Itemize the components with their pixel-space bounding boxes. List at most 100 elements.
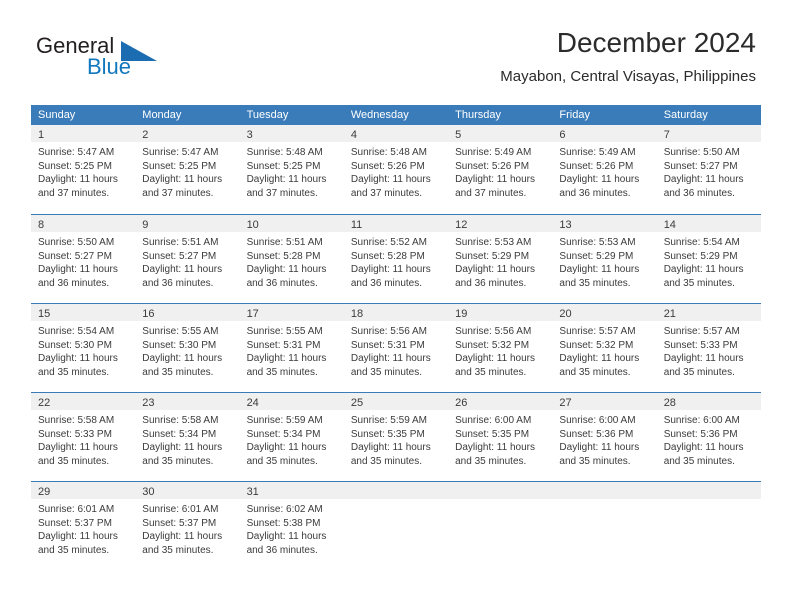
calendar-day-cell[interactable]: 13 Sunrise: 5:53 AM Sunset: 5:29 PM Dayligh… (552, 215, 657, 303)
calendar-week-row: 29 Sunrise: 6:01 AM Sunset: 5:37 PM Dayligh… (31, 481, 761, 570)
sunset-text: Sunset: 5:31 PM (246, 339, 321, 351)
day-number: 4 (350, 129, 357, 141)
day-number: 23 (142, 397, 155, 409)
calendar-day-cell[interactable]: 19 Sunrise: 5:56 AM Sunset: 5:32 PM Dayligh… (448, 304, 553, 392)
calendar-day-cell[interactable]: 3 Sunrise: 5:48 AM Sunset: 5:25 PM Daylight… (239, 125, 344, 214)
calendar-day-cell[interactable]: 24 Sunrise: 5:59 AM Sunset: 5:34 PM Dayligh… (239, 393, 344, 481)
calendar-weeks: 1 Sunrise: 5:47 AM Sunset: 5:25 PM Daylight… (31, 125, 761, 570)
day-number-bar: 15 (31, 304, 136, 321)
calendar-day-cell[interactable]: 31 Sunrise: 6:02 AM Sunset: 5:38 PM Dayligh… (239, 482, 344, 570)
sunrise-text: Sunrise: 5:53 AM (455, 237, 532, 248)
calendar-day-cell[interactable]: 29 Sunrise: 6:01 AM Sunset: 5:37 PM Dayligh… (31, 482, 136, 570)
daylight-text: Daylight: 11 hours (38, 264, 118, 275)
day-number-bar: 20 (552, 304, 657, 321)
day-details: Sunrise: 5:58 AM Sunset: 5:33 PM Daylight:… (31, 410, 135, 468)
daylight-text: Daylight: 11 hours (559, 264, 640, 275)
sunrise-text: Sunrise: 6:01 AM (142, 504, 219, 515)
calendar-day-cell[interactable]: 22 Sunrise: 5:58 AM Sunset: 5:33 PM Dayligh… (31, 393, 136, 481)
daylight-text: Daylight: 11 hours (455, 174, 535, 185)
day-number-bar (656, 482, 761, 499)
day-number-bar: 5 (448, 125, 553, 142)
sunset-text: Sunset: 5:30 PM (142, 339, 217, 351)
calendar-day-cell[interactable]: 20 Sunrise: 5:57 AM Sunset: 5:32 PM Dayligh… (552, 304, 657, 392)
day-number-bar: 6 (552, 125, 657, 142)
day-number-bar: 19 (448, 304, 553, 321)
day-details: Sunrise: 5:57 AM Sunset: 5:32 PM Daylight:… (552, 321, 656, 379)
daylight-text: Daylight: 11 hours (350, 264, 431, 275)
day-number-bar: 16 (135, 304, 240, 321)
day-number-bar: 3 (239, 125, 344, 142)
sunrise-text: Sunrise: 5:53 AM (559, 237, 636, 248)
daylight-text: Daylight: 11 hours (559, 174, 640, 185)
day-details: Sunrise: 5:49 AM Sunset: 5:26 PM Daylight:… (448, 142, 552, 200)
daylight-text: Daylight: 11 hours (142, 442, 223, 453)
day-number: 11 (350, 219, 363, 231)
calendar-day-cell[interactable]: 7 Sunrise: 5:50 AM Sunset: 5:27 PM Daylight… (656, 125, 761, 214)
calendar-day-cell[interactable]: 1 Sunrise: 5:47 AM Sunset: 5:25 PM Daylight… (31, 125, 136, 214)
calendar-day-cell[interactable]: 4 Sunrise: 5:48 AM Sunset: 5:26 PM Daylight… (343, 125, 449, 214)
calendar-day-cell[interactable]: 6 Sunrise: 5:49 AM Sunset: 5:26 PM Daylight… (552, 125, 657, 214)
calendar-day-cell[interactable]: 2 Sunrise: 5:47 AM Sunset: 5:25 PM Daylight… (135, 125, 240, 214)
sunset-text: Sunset: 5:29 PM (455, 250, 530, 262)
daylight-text: and 35 minutes. (246, 366, 318, 378)
calendar-day-cell[interactable]: 27 Sunrise: 6:00 AM Sunset: 5:36 PM Dayligh… (552, 393, 657, 481)
day-details: Sunrise: 5:51 AM Sunset: 5:28 PM Daylight:… (240, 232, 344, 290)
weekday-header-wednesday: Wednesday (350, 109, 409, 121)
calendar-day-cell[interactable]: 5 Sunrise: 5:49 AM Sunset: 5:26 PM Daylight… (448, 125, 553, 214)
day-number-bar: 7 (656, 125, 761, 142)
sunset-text: Sunset: 5:27 PM (142, 250, 217, 262)
calendar-day-cell[interactable]: 25 Sunrise: 5:59 AM Sunset: 5:35 PM Dayligh… (343, 393, 449, 481)
day-details: Sunrise: 5:55 AM Sunset: 5:31 PM Daylight:… (240, 321, 344, 379)
day-details: Sunrise: 5:52 AM Sunset: 5:28 PM Daylight:… (344, 232, 448, 290)
day-number: 22 (38, 397, 51, 409)
sunset-text: Sunset: 5:33 PM (38, 428, 112, 440)
daylight-text: Daylight: 11 hours (663, 353, 744, 364)
calendar-day-cell[interactable]: 18 Sunrise: 5:56 AM Sunset: 5:31 PM Dayligh… (343, 304, 449, 392)
day-details: Sunrise: 6:00 AM Sunset: 5:36 PM Daylight:… (552, 410, 656, 468)
calendar-day-cell[interactable]: 14 Sunrise: 5:54 AM Sunset: 5:29 PM Dayligh… (656, 215, 761, 303)
day-details: Sunrise: 5:47 AM Sunset: 5:25 PM Daylight:… (31, 142, 135, 200)
sunset-text: Sunset: 5:31 PM (350, 339, 425, 351)
sunset-text: Sunset: 5:30 PM (38, 339, 112, 351)
day-number-bar: 10 (239, 215, 344, 232)
sunrise-text: Sunrise: 5:54 AM (663, 237, 740, 248)
day-number: 24 (246, 397, 259, 409)
day-number-bar: 28 (656, 393, 761, 410)
calendar-day-cell[interactable]: 16 Sunrise: 5:55 AM Sunset: 5:30 PM Dayligh… (135, 304, 240, 392)
title-block: December 2024 Mayabon, Central Visayas, … (500, 26, 756, 88)
calendar-day-cell[interactable]: 30 Sunrise: 6:01 AM Sunset: 5:37 PM Dayligh… (135, 482, 240, 570)
calendar-day-cell[interactable]: 12 Sunrise: 5:53 AM Sunset: 5:29 PM Dayligh… (448, 215, 553, 303)
daylight-text: and 35 minutes. (559, 455, 631, 467)
general-blue-logo[interactable]: General Blue (36, 33, 216, 85)
calendar-day-cell[interactable]: 8 Sunrise: 5:50 AM Sunset: 5:27 PM Daylight… (31, 215, 136, 303)
day-number-bar: 22 (31, 393, 136, 410)
calendar-day-cell[interactable]: 17 Sunrise: 5:55 AM Sunset: 5:31 PM Dayligh… (239, 304, 344, 392)
day-number-bar (448, 482, 553, 499)
calendar-day-cell[interactable]: 28 Sunrise: 6:00 AM Sunset: 5:36 PM Dayligh… (656, 393, 761, 481)
day-details: Sunrise: 5:49 AM Sunset: 5:26 PM Daylight:… (552, 142, 656, 200)
day-details (657, 499, 761, 503)
calendar-day-cell[interactable]: 9 Sunrise: 5:51 AM Sunset: 5:27 PM Daylight… (135, 215, 240, 303)
day-number: 8 (38, 219, 45, 231)
daylight-text: and 36 minutes. (455, 277, 527, 289)
sunrise-text: Sunrise: 5:58 AM (38, 415, 115, 426)
day-details: Sunrise: 5:56 AM Sunset: 5:31 PM Daylight:… (344, 321, 448, 379)
calendar-day-cell[interactable]: 26 Sunrise: 6:00 AM Sunset: 5:35 PM Dayligh… (448, 393, 553, 481)
calendar-day-cell[interactable]: 23 Sunrise: 5:58 AM Sunset: 5:34 PM Dayligh… (135, 393, 240, 481)
daylight-text: Daylight: 11 hours (350, 174, 431, 185)
day-number: 21 (663, 308, 676, 320)
weekday-header-tuesday: Tuesday (246, 109, 289, 121)
daylight-text: and 35 minutes. (663, 277, 735, 289)
weekday-header-friday: Friday (559, 109, 590, 121)
daylight-text: Daylight: 11 hours (350, 353, 431, 364)
calendar-day-cell[interactable]: 10 Sunrise: 5:51 AM Sunset: 5:28 PM Dayligh… (239, 215, 344, 303)
day-details: Sunrise: 5:56 AM Sunset: 5:32 PM Daylight:… (448, 321, 552, 379)
calendar-day-cell[interactable]: 11 Sunrise: 5:52 AM Sunset: 5:28 PM Dayligh… (343, 215, 449, 303)
daylight-text: and 35 minutes. (142, 455, 214, 467)
daylight-text: Daylight: 11 hours (663, 264, 744, 275)
calendar-day-cell[interactable]: 21 Sunrise: 5:57 AM Sunset: 5:33 PM Dayligh… (656, 304, 761, 392)
sunset-text: Sunset: 5:34 PM (142, 428, 217, 440)
calendar-day-cell-empty (552, 482, 657, 570)
daylight-text: and 35 minutes. (455, 455, 527, 467)
calendar-day-cell[interactable]: 15 Sunrise: 5:54 AM Sunset: 5:30 PM Dayligh… (31, 304, 136, 392)
